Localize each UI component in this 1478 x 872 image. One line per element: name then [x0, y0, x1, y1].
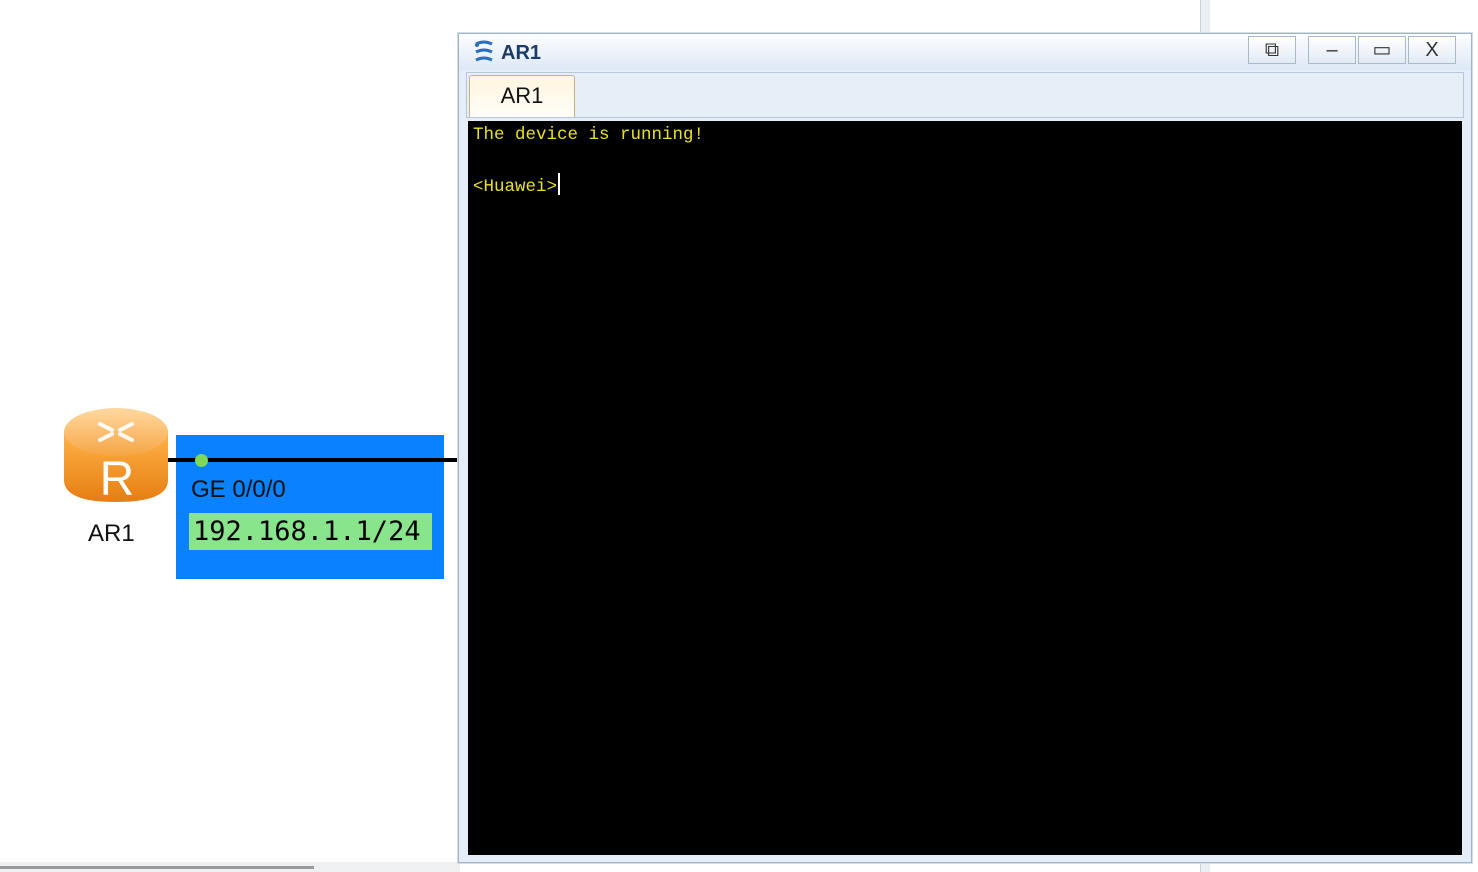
console-app-icon [473, 40, 495, 64]
minimize-button[interactable]: – [1308, 36, 1356, 64]
router-label: AR1 [88, 520, 135, 547]
interface-name: GE 0/0/0 [191, 476, 286, 503]
tab-ar1[interactable]: AR1 [469, 75, 575, 117]
console-window[interactable]: AR1 ⧉ – ▭ X AR1 The device is running! <… [458, 33, 1472, 863]
close-button[interactable]: X [1408, 36, 1456, 64]
minimize-icon: – [1326, 39, 1338, 61]
router-badge: R [100, 453, 135, 506]
terminal-prompt-line[interactable]: <Huawei> [473, 173, 561, 197]
interface-label-box[interactable] [176, 435, 444, 579]
network-link[interactable] [168, 458, 460, 462]
terminal-prompt: <Huawei> [473, 177, 558, 197]
port-status-dot [195, 454, 208, 467]
close-icon: X [1425, 39, 1439, 61]
maximize-button[interactable]: ▭ [1358, 36, 1406, 64]
maximize-icon: ▭ [1372, 39, 1392, 61]
restore-button[interactable]: ⧉ [1248, 36, 1296, 64]
tab-label: AR1 [500, 83, 544, 108]
terminal-line-status: The device is running! [473, 125, 705, 145]
router-icon[interactable]: R [60, 402, 172, 506]
terminal-output[interactable]: The device is running! <Huawei> [468, 121, 1462, 855]
scrollbar-thumb[interactable] [0, 866, 314, 869]
interface-ip-address: 192.168.1.1/24 [189, 513, 432, 550]
window-titlebar[interactable]: AR1 ⧉ – ▭ X [459, 34, 1471, 70]
text-cursor [558, 173, 561, 195]
restore-icon: ⧉ [1264, 39, 1280, 61]
session-tab-bar: AR1 [466, 72, 1464, 118]
window-title: AR1 [501, 42, 542, 64]
